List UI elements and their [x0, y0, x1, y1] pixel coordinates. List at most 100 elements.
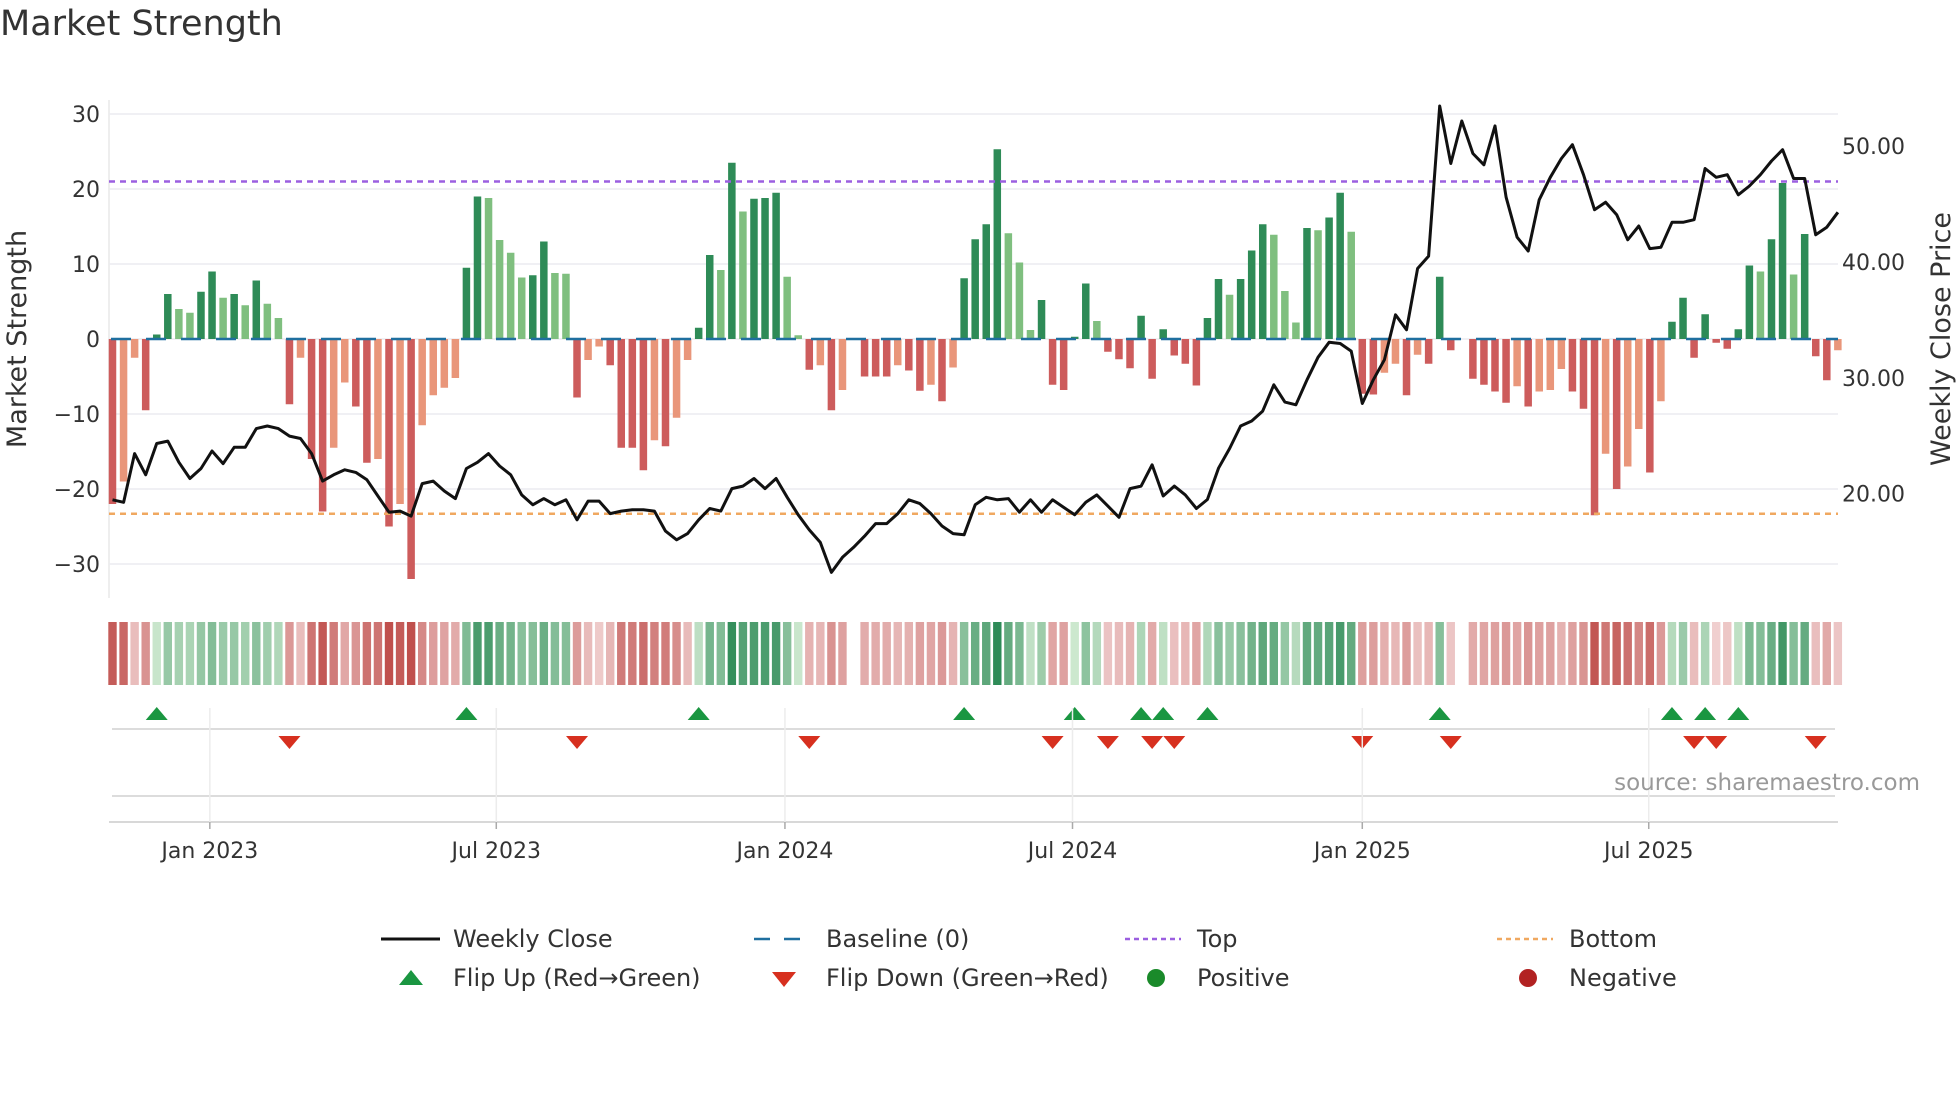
- positive-strip-cell: [506, 622, 515, 685]
- positive-strip-cell: [196, 622, 206, 685]
- positive-strip-cell: [1667, 622, 1677, 685]
- flip-up-marker: [953, 707, 976, 720]
- negative-bar: [1148, 339, 1156, 379]
- legend-label: Flip Up (Red→Green): [453, 964, 701, 992]
- flip-up-marker: [1152, 707, 1175, 720]
- negative-strip-cell: [1479, 622, 1489, 685]
- positive-bar: [971, 239, 979, 339]
- legend-negative[interactable]: Negative: [1497, 961, 1677, 995]
- negative-bar: [1557, 339, 1566, 369]
- positive-strip-cell: [760, 622, 770, 685]
- negative-strip-cell: [1689, 622, 1699, 685]
- positive-strip-cell: [152, 622, 161, 685]
- legend-weekly-close[interactable]: Weekly Close: [381, 922, 613, 956]
- negative-bar: [451, 339, 460, 378]
- positive-bar: [1004, 233, 1013, 339]
- positive-bar: [186, 312, 194, 339]
- flip-down-marker: [1439, 736, 1462, 749]
- positive-bar: [1800, 234, 1809, 339]
- flip-down-marker: [1041, 736, 1064, 749]
- positive-bar: [1203, 318, 1212, 339]
- positive-bar: [540, 241, 548, 339]
- positive-bar: [1015, 262, 1024, 339]
- negative-strip-cell: [1811, 622, 1820, 685]
- legend-label: Top: [1197, 925, 1238, 953]
- negative-bar: [363, 339, 371, 463]
- negative-bar: [1811, 339, 1820, 357]
- positive-strip-cell: [1678, 622, 1688, 685]
- negative-bar: [307, 339, 316, 459]
- positive-strip-cell: [1214, 622, 1223, 685]
- positive-strip-cell: [528, 622, 537, 685]
- legend-baseline[interactable]: Baseline (0): [754, 922, 969, 956]
- negative-strip-cell: [1103, 622, 1113, 685]
- dotted-line-swatch-icon: [1125, 937, 1181, 941]
- negative-strip-cell: [805, 622, 814, 685]
- negative-strip-cell: [1512, 622, 1522, 685]
- legend-label: Positive: [1197, 964, 1290, 992]
- y-tick-label: −20: [54, 478, 100, 503]
- legend-bottom[interactable]: Bottom: [1497, 922, 1657, 956]
- negative-bar: [1623, 339, 1632, 467]
- negative-bar: [1513, 339, 1521, 387]
- y2-tick-label: 40.00: [1842, 251, 1905, 276]
- negative-bar: [1834, 339, 1842, 351]
- negative-bar: [661, 339, 670, 447]
- negative-strip-cell: [937, 622, 947, 685]
- legend-flip-down[interactable]: Flip Down (Green→Red): [754, 961, 1109, 995]
- negative-strip-cell: [1822, 622, 1831, 685]
- positive-bar: [1214, 279, 1223, 339]
- negative-bar: [329, 339, 338, 448]
- circle-icon: [1147, 969, 1165, 987]
- negative-strip-cell: [816, 622, 825, 685]
- positive-bar: [1225, 294, 1234, 339]
- positive-strip-cell: [1037, 622, 1046, 685]
- negative-bar: [1646, 339, 1654, 473]
- negative-bar: [1048, 339, 1057, 385]
- legend-positive[interactable]: Positive: [1125, 961, 1290, 995]
- negative-bar: [927, 339, 935, 385]
- negative-strip-cell: [650, 622, 659, 685]
- flip-down-marker: [1163, 736, 1186, 749]
- negative-bar: [1590, 339, 1599, 516]
- positive-strip-cell: [274, 622, 283, 685]
- y2-tick-label: 20.00: [1842, 483, 1905, 508]
- negative-strip-cell: [1623, 622, 1632, 685]
- negative-bar: [1447, 339, 1455, 351]
- positive-strip-cell: [705, 622, 714, 685]
- negative-bar: [1104, 339, 1112, 352]
- negative-strip-cell: [362, 622, 372, 685]
- flip-up-marker: [1130, 707, 1153, 720]
- negative-strip-cell: [1468, 622, 1478, 685]
- positive-strip-cell: [207, 622, 217, 685]
- positive-strip-cell: [1070, 622, 1079, 685]
- positive-strip-cell: [982, 622, 991, 685]
- negative-bar: [130, 339, 139, 358]
- strength-heat-strip: [108, 622, 1843, 685]
- negative-bar: [1579, 339, 1588, 409]
- negative-strip-cell: [572, 622, 582, 685]
- legend-top[interactable]: Top: [1125, 922, 1238, 956]
- positive-bar: [1159, 329, 1167, 339]
- negative-strip-cell: [827, 622, 836, 685]
- positive-strip-cell: [1004, 622, 1013, 685]
- negative-bar: [418, 339, 426, 426]
- positive-bar: [1679, 297, 1687, 339]
- positive-bar: [705, 255, 714, 339]
- negative-bar: [672, 339, 681, 418]
- negative-bar: [296, 339, 305, 358]
- negative-bar: [894, 339, 902, 366]
- positive-strip-cell: [749, 622, 759, 685]
- x-tick-label: Jan 2023: [159, 839, 258, 864]
- positive-strip-cell: [1280, 622, 1290, 685]
- negative-bar: [1612, 339, 1621, 489]
- legend-flip-up[interactable]: Flip Up (Red→Green): [381, 961, 701, 995]
- negative-bar: [816, 339, 825, 366]
- positive-bar: [728, 162, 736, 339]
- legend-label: Negative: [1569, 964, 1677, 992]
- negative-bar: [407, 339, 415, 579]
- positive-strip-cell: [1347, 622, 1356, 685]
- positive-strip-cell: [1015, 622, 1024, 685]
- positive-bar: [1668, 321, 1676, 339]
- negative-bar: [1402, 339, 1411, 396]
